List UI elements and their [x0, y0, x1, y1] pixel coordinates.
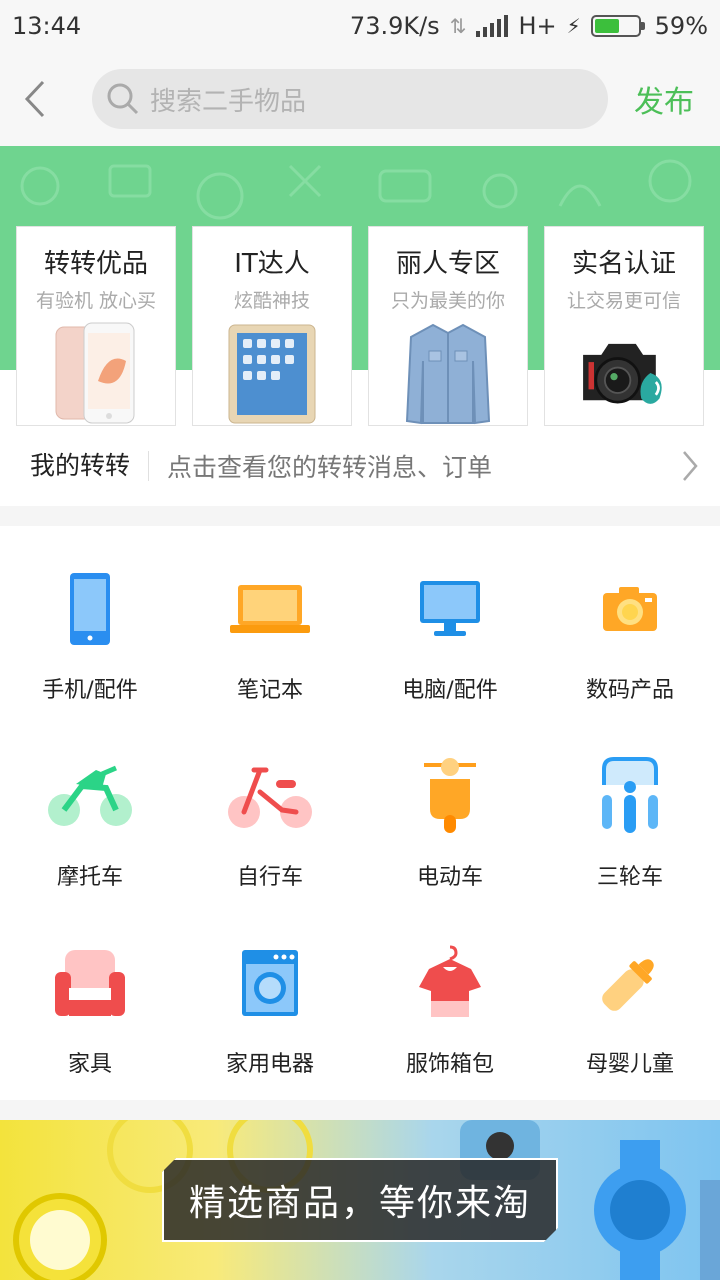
feature-subtitle: 让交易更可信	[566, 290, 681, 312]
network-type: H+	[518, 12, 557, 40]
search-placeholder: 搜索二手物品	[150, 86, 307, 117]
category-laptop[interactable]: 笔记本	[180, 540, 360, 727]
ipad-image	[222, 321, 322, 425]
feature-card-realname[interactable]: 实名认证 让交易更可信	[544, 226, 704, 426]
feature-subtitle: 只为最美的你	[390, 290, 505, 312]
status-bar: 13:44 73.9K/s ⇅ H+ ⚡ 59%	[0, 0, 720, 52]
feature-subtitle: 有验机 放心买	[35, 290, 157, 312]
category-label: 数码产品	[585, 678, 674, 703]
category-label: 家具	[67, 1052, 112, 1077]
battery-icon	[590, 15, 645, 37]
my-zz-description: 点击查看您的转转消息、订单	[167, 453, 493, 482]
search-icon	[107, 83, 139, 115]
scooter-icon	[405, 751, 495, 841]
battery-percent: 59%	[654, 12, 708, 40]
monitor-icon	[405, 564, 495, 654]
baby-bottle-icon	[585, 938, 675, 1028]
feature-card-youpin[interactable]: 转转优品 有验机 放心买	[16, 226, 176, 426]
promo-banner[interactable]: 精选商品，等你来淘	[0, 1120, 720, 1280]
motorcycle-icon	[45, 751, 135, 841]
category-digital[interactable]: 数码产品	[540, 540, 720, 727]
category-appliance[interactable]: 家用电器	[180, 914, 360, 1101]
feature-title: 实名认证	[571, 249, 676, 279]
category-label: 服饰箱包	[405, 1052, 494, 1077]
my-zz-row[interactable]: 我的转转 点击查看您的转转消息、订单	[0, 426, 720, 506]
denim-jacket-image	[398, 321, 498, 427]
category-furniture[interactable]: 家具	[0, 914, 180, 1101]
header: 搜索二手物品 发布	[0, 52, 720, 146]
category-tricycle[interactable]: 三轮车	[540, 727, 720, 914]
camera-image	[574, 321, 674, 425]
category-grid: 手机/配件 笔记本 电脑/配件 数码产品 摩托车 自行车 电动车 三轮车 家具 …	[0, 526, 720, 1100]
category-label: 电动车	[416, 865, 483, 890]
publish-button[interactable]: 发布	[634, 77, 694, 121]
category-computer[interactable]: 电脑/配件	[360, 540, 540, 727]
category-label: 母婴儿童	[585, 1052, 674, 1077]
category-baby[interactable]: 母婴儿童	[540, 914, 720, 1101]
iphone-image	[46, 321, 146, 425]
camera-icon	[585, 564, 675, 654]
sofa-icon	[45, 938, 135, 1028]
feature-card-it[interactable]: IT达人 炫酷神技	[192, 226, 352, 426]
signal-icon	[476, 15, 509, 37]
laptop-icon	[225, 564, 315, 654]
back-button[interactable]	[0, 52, 70, 146]
feature-card-beauty[interactable]: 丽人专区 只为最美的你	[368, 226, 528, 426]
promo-text: 精选商品，等你来淘	[188, 1183, 531, 1224]
category-clothing[interactable]: 服饰箱包	[360, 914, 540, 1101]
clothes-icon	[405, 938, 495, 1028]
promo-caption: 精选商品，等你来淘	[162, 1158, 558, 1242]
washing-machine-icon	[225, 938, 315, 1028]
category-bicycle[interactable]: 自行车	[180, 727, 360, 914]
category-label: 三轮车	[596, 865, 663, 890]
tricycle-icon	[585, 751, 675, 841]
category-label: 摩托车	[56, 865, 123, 890]
chevron-left-icon	[24, 80, 45, 118]
feature-title: 转转优品	[43, 249, 148, 279]
category-label: 家用电器	[225, 1052, 314, 1077]
category-label: 笔记本	[236, 678, 303, 703]
category-motorcycle[interactable]: 摩托车	[0, 727, 180, 914]
bicycle-icon	[225, 751, 315, 841]
charging-icon: ⚡	[566, 14, 581, 38]
my-zz-title: 我的转转	[30, 451, 150, 481]
category-label: 电脑/配件	[402, 678, 498, 703]
feature-title: IT达人	[234, 249, 310, 279]
network-speed: 73.9K/s	[349, 12, 440, 40]
search-input[interactable]: 搜索二手物品	[92, 69, 608, 129]
feature-subtitle: 炫酷神技	[233, 290, 310, 312]
feature-title: 丽人专区	[395, 249, 500, 279]
feature-row: 转转优品 有验机 放心买 IT达人 炫酷神技 丽人专区 只为最美的你 实名认证 …	[0, 226, 720, 426]
phone-icon	[45, 564, 135, 654]
data-transfer-icon: ⇅	[449, 14, 467, 38]
category-label: 自行车	[236, 865, 303, 890]
category-label: 手机/配件	[42, 678, 138, 703]
category-ebike[interactable]: 电动车	[360, 727, 540, 914]
status-time: 13:44	[12, 12, 82, 40]
category-phone[interactable]: 手机/配件	[0, 540, 180, 727]
chevron-right-icon	[660, 450, 720, 482]
